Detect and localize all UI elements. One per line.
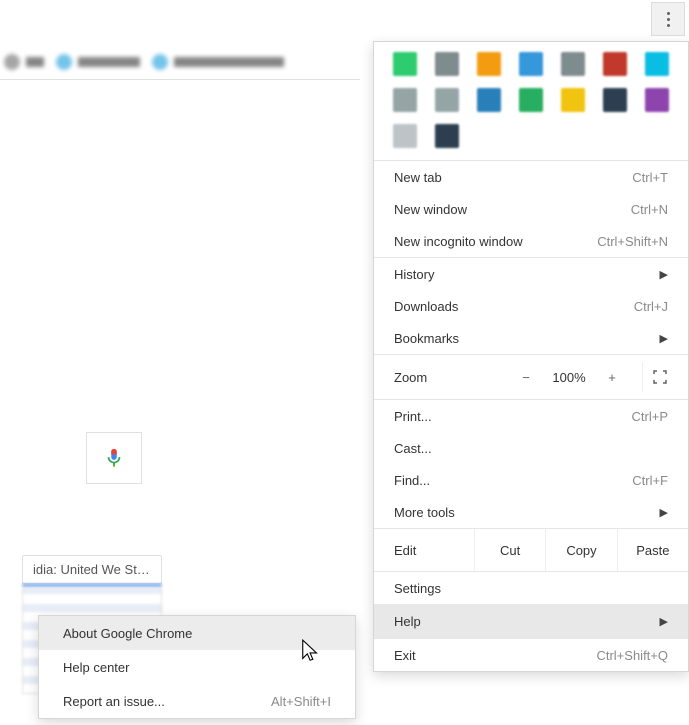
menu-item-downloads[interactable]: Downloads Ctrl+J — [374, 290, 688, 322]
menu-item-label: Help center — [63, 660, 331, 675]
submenu-item-report-issue[interactable]: Report an issue... Alt+Shift+I — [39, 684, 355, 718]
menu-item-label: Find... — [394, 473, 632, 488]
vertical-dots-icon — [667, 12, 670, 27]
chevron-right-icon: ▶ — [660, 615, 668, 628]
menu-item-label: New tab — [394, 170, 632, 185]
menu-item-shortcut: Ctrl+J — [634, 299, 668, 314]
extension-icon[interactable] — [393, 124, 417, 148]
menu-item-label: Downloads — [394, 299, 634, 314]
extension-icon[interactable] — [645, 88, 669, 112]
help-submenu: About Google Chrome Help center Report a… — [38, 615, 356, 719]
menu-item-label: About Google Chrome — [63, 626, 331, 641]
extension-icon[interactable] — [435, 124, 459, 148]
extension-icon[interactable] — [393, 52, 417, 76]
tile-label: idia: United We St… — [22, 555, 162, 584]
menu-item-label: Help — [394, 614, 660, 629]
bookmark-item[interactable] — [56, 54, 140, 70]
menu-item-edit: Edit Cut Copy Paste — [374, 529, 688, 571]
extension-icon[interactable] — [435, 88, 459, 112]
edit-copy-button[interactable]: Copy — [545, 529, 616, 571]
edit-cut-button[interactable]: Cut — [474, 529, 545, 571]
menu-item-label: New window — [394, 202, 631, 217]
extension-icon[interactable] — [561, 88, 585, 112]
extension-icon[interactable] — [393, 88, 417, 112]
menu-item-shortcut: Alt+Shift+I — [271, 694, 331, 709]
submenu-item-help-center[interactable]: Help center — [39, 650, 355, 684]
extension-icon[interactable] — [561, 52, 585, 76]
menu-item-label: History — [394, 267, 660, 282]
zoom-value: 100% — [544, 370, 594, 385]
menu-item-label: Zoom — [394, 370, 508, 385]
fullscreen-icon — [652, 369, 668, 385]
menu-item-zoom: Zoom − 100% + — [374, 355, 688, 399]
extension-icon[interactable] — [519, 52, 543, 76]
menu-item-label: Edit — [394, 543, 474, 558]
menu-item-label: More tools — [394, 505, 660, 520]
menu-item-shortcut: Ctrl+T — [632, 170, 668, 185]
menu-item-history[interactable]: History ▶ — [374, 258, 688, 290]
menu-item-settings[interactable]: Settings — [374, 572, 688, 604]
extension-icon[interactable] — [519, 88, 543, 112]
voice-search-button[interactable] — [86, 432, 142, 484]
menu-item-bookmarks[interactable]: Bookmarks ▶ — [374, 322, 688, 354]
mic-icon — [103, 444, 125, 472]
chrome-main-menu: New tab Ctrl+T New window Ctrl+N New inc… — [373, 41, 689, 672]
bookmark-item[interactable] — [152, 54, 284, 70]
menu-item-find[interactable]: Find... Ctrl+F — [374, 464, 688, 496]
menu-item-label: Print... — [394, 409, 632, 424]
extension-icon[interactable] — [603, 52, 627, 76]
extension-icon[interactable] — [435, 52, 459, 76]
menu-item-exit[interactable]: Exit Ctrl+Shift+Q — [374, 639, 688, 671]
chevron-right-icon: ▶ — [660, 332, 668, 345]
menu-item-label: Report an issue... — [63, 694, 271, 709]
zoom-in-button[interactable]: + — [594, 362, 630, 392]
menu-item-new-window[interactable]: New window Ctrl+N — [374, 193, 688, 225]
menu-item-shortcut: Ctrl+N — [631, 202, 668, 217]
menu-item-shortcut: Ctrl+Shift+Q — [596, 648, 668, 663]
extension-icon[interactable] — [477, 88, 501, 112]
menu-item-label: New incognito window — [394, 234, 597, 249]
bookmarks-bar — [0, 45, 360, 80]
extension-icon[interactable] — [603, 88, 627, 112]
chevron-right-icon: ▶ — [660, 268, 668, 281]
chrome-menu-button[interactable] — [651, 2, 685, 36]
bookmark-item[interactable] — [4, 54, 44, 70]
zoom-out-button[interactable]: − — [508, 362, 544, 392]
menu-item-new-tab[interactable]: New tab Ctrl+T — [374, 161, 688, 193]
chevron-right-icon: ▶ — [660, 506, 668, 519]
edit-paste-button[interactable]: Paste — [617, 529, 688, 571]
menu-item-shortcut: Ctrl+P — [632, 409, 668, 424]
menu-item-label: Cast... — [394, 441, 668, 456]
menu-item-label: Bookmarks — [394, 331, 660, 346]
menu-item-new-incognito[interactable]: New incognito window Ctrl+Shift+N — [374, 225, 688, 257]
menu-item-label: Exit — [394, 648, 596, 663]
submenu-item-about[interactable]: About Google Chrome — [39, 616, 355, 650]
menu-item-shortcut: Ctrl+F — [632, 473, 668, 488]
extensions-grid — [374, 42, 688, 160]
menu-item-more-tools[interactable]: More tools ▶ — [374, 496, 688, 528]
menu-item-help[interactable]: Help ▶ — [374, 604, 688, 638]
menu-item-cast[interactable]: Cast... — [374, 432, 688, 464]
menu-item-print[interactable]: Print... Ctrl+P — [374, 400, 688, 432]
extension-icon[interactable] — [645, 52, 669, 76]
fullscreen-button[interactable] — [642, 362, 676, 392]
menu-item-shortcut: Ctrl+Shift+N — [597, 234, 668, 249]
extension-icon[interactable] — [477, 52, 501, 76]
menu-item-label: Settings — [394, 581, 668, 596]
